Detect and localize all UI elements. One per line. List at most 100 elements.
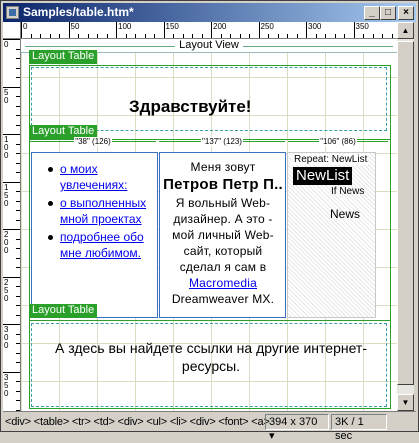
horizontal-ruler[interactable]: 0 50 100 150 200 250 300 350 [21, 22, 397, 39]
ruler-label: 100 [4, 135, 9, 160]
scroll-down-arrow-icon[interactable]: ▼ [397, 394, 414, 411]
ruler-tick [363, 34, 364, 38]
greeting-heading: Здравствуйте! [129, 97, 252, 116]
news-text: News [330, 207, 361, 221]
ruler-tick [201, 34, 203, 38]
vertical-scrollbar[interactable]: ▲ ▼ [397, 22, 414, 411]
ruler-tick [173, 34, 174, 38]
ruler-tick [16, 381, 20, 382]
ruler-tick [16, 314, 20, 316]
ruler-tick [78, 34, 79, 38]
ruler-tick [16, 352, 20, 354]
ruler-tick [16, 362, 20, 363]
ruler-tick [382, 34, 383, 38]
scroll-up-arrow-icon[interactable]: ▲ [397, 22, 414, 39]
ruler-tick [16, 257, 20, 259]
ruler-tick [192, 34, 193, 38]
link-hobbies[interactable]: о моих увлечениях: [60, 162, 127, 192]
list-item: о моих увлечениях: [46, 161, 158, 193]
ruler-tick [16, 390, 20, 392]
repeat-region-label[interactable]: Repeat: NewList [293, 154, 369, 165]
tag-selector[interactable]: <div> <table> <tr> <td> <div> <ul> <li> … [5, 412, 270, 432]
ruler-tick [16, 305, 20, 306]
ruler-tick [68, 22, 70, 38]
ruler-label: 50 [4, 87, 9, 105]
ruler-tick [16, 191, 20, 192]
ruler-tick [239, 34, 241, 38]
download-time: 3K / 1 sec [331, 414, 387, 442]
ruler-tick [16, 210, 20, 211]
ruler-tick [16, 219, 20, 221]
ruler-tick [49, 34, 51, 38]
intro-cell[interactable]: Меня зовут Петров Петр П.. Я вольный Web… [159, 152, 286, 318]
if-news-label: If News [331, 186, 365, 197]
ruler-tick [16, 286, 20, 287]
ruler-tick [21, 22, 22, 38]
ruler-tick [211, 22, 212, 38]
links-list: о моих увлечениях: о выполненных мной пр… [46, 161, 158, 263]
layout-view-label: Layout View [175, 39, 243, 51]
outer-layout-table-tab[interactable]: Layout Table [29, 50, 98, 64]
links-cell[interactable]: о моих увлечениях: о выполненных мной пр… [31, 152, 158, 318]
ruler-tick [16, 143, 20, 145]
ruler-tick [59, 34, 60, 38]
ruler-tick [249, 34, 250, 38]
ruler-label: 150 [4, 182, 9, 208]
ruler-label: 150 [165, 22, 179, 31]
intro-paragraph: Меня зовут Петров Петр П.. Я вольный Web… [162, 159, 284, 307]
ruler-label: 0 [4, 40, 9, 49]
ruler-tick [154, 34, 155, 38]
link-projects[interactable]: о выполненных мной проектах [60, 196, 146, 226]
ruler-tick [306, 22, 307, 38]
scroll-thumb[interactable] [397, 41, 414, 385]
ruler-tick [16, 105, 20, 107]
ruler-label: 250 [4, 277, 9, 303]
ruler-tick [87, 34, 89, 38]
ruler-tick [163, 22, 165, 38]
ruler-label: 250 [260, 22, 274, 31]
ruler-label: 0 [23, 22, 28, 31]
ruler-tick [16, 153, 20, 154]
ruler-label: 300 [4, 325, 9, 350]
ruler-tick [258, 22, 260, 38]
macromedia-link[interactable]: Macromedia [189, 276, 257, 290]
ruler-tick [287, 34, 288, 38]
column-width-3[interactable]: "106" (86) [288, 137, 388, 151]
ruler-tick [353, 22, 355, 38]
vertical-ruler[interactable]: 0 50 100 150 200 250 300 350 [3, 39, 21, 411]
ruler-tick [16, 343, 20, 344]
column-width-1[interactable]: "38" (126) [30, 137, 156, 151]
ruler-tick [116, 22, 117, 38]
ruler-tick [16, 162, 20, 164]
ruler-tick [135, 34, 136, 38]
close-button[interactable]: × [398, 6, 414, 20]
title-bar[interactable]: Samples/table.htm* _ □ × [3, 3, 416, 22]
column-width-2[interactable]: "137" (123) [159, 137, 285, 151]
document-window: Samples/table.htm* _ □ × 0 50 100 150 200 250… [0, 0, 419, 442]
ruler-tick [16, 295, 20, 297]
ruler-tick [16, 267, 20, 268]
ruler-corner[interactable] [3, 22, 21, 39]
ruler-tick [391, 34, 393, 38]
ruler-tick [16, 96, 20, 97]
design-canvas[interactable]: Layout View Layout Table Здравствуйте! L… [21, 39, 397, 411]
minimize-button[interactable]: _ [364, 6, 380, 20]
ruler-tick [16, 124, 20, 126]
ruler-tick [16, 248, 20, 249]
ruler-tick [344, 34, 345, 38]
newlist-region[interactable]: NewList [293, 167, 353, 185]
ruler-tick [16, 115, 20, 116]
maximize-button[interactable]: □ [380, 6, 396, 20]
bottom-layout-table-tab[interactable]: Layout Table [29, 304, 98, 318]
ruler-tick [268, 34, 269, 38]
intro-pre: Меня зовут [190, 160, 256, 174]
ruler-tick [16, 400, 20, 401]
window-size-selector[interactable]: 394 x 370 ▾ [265, 414, 329, 442]
ruler-tick [16, 77, 20, 78]
ruler-tick [372, 34, 374, 38]
footer-text: А здесь вы найдете ссылки на другие инте… [54, 340, 367, 374]
document-icon [6, 6, 19, 19]
column-width-bar[interactable]: "38" (126) "137" (123) "106" (86) [28, 137, 394, 151]
author-name: Петров Петр П.. [163, 176, 283, 193]
link-about-me[interactable]: подробнее обо мне любимом. [60, 230, 144, 260]
